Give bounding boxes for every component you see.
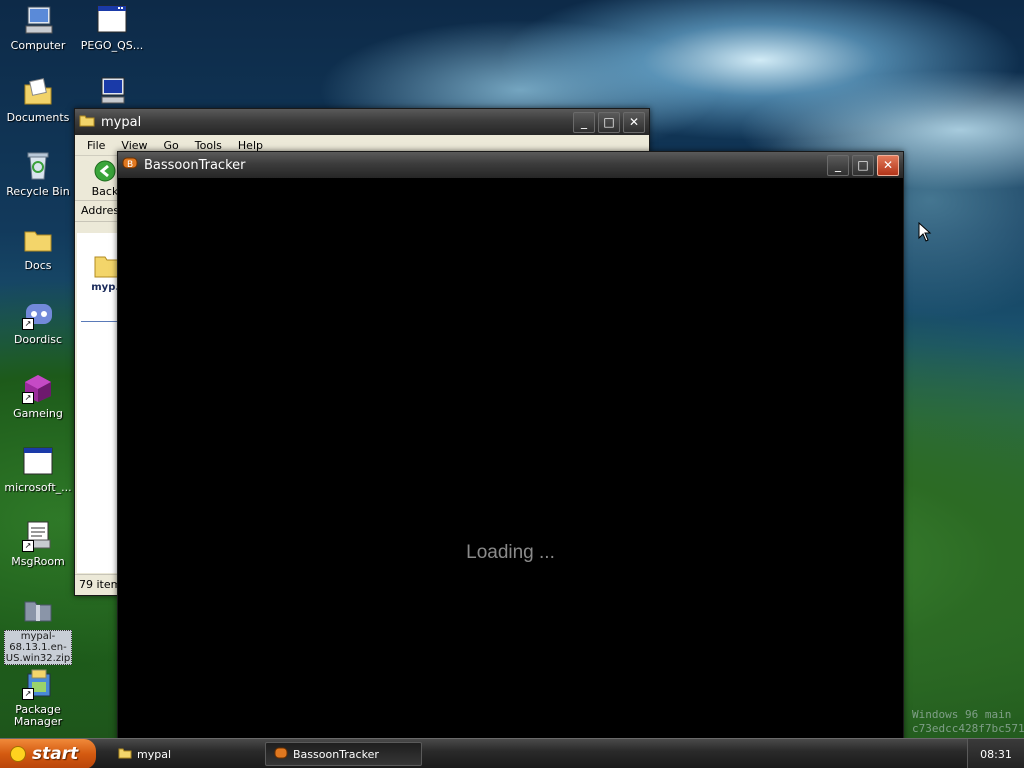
desktop-icon-msgroom[interactable]: ↗ MsgRoom	[2, 520, 74, 568]
shortcut-arrow-icon: ↗	[22, 540, 34, 552]
desktop-icon-label: Documents	[6, 111, 70, 124]
menu-view[interactable]: View	[113, 139, 155, 152]
bassoon-app-icon	[274, 747, 288, 762]
shortcut-arrow-icon: ↗	[22, 688, 34, 700]
maximize-icon: □	[857, 158, 869, 172]
folder-icon	[22, 224, 54, 256]
taskbar-item-label: BassoonTracker	[293, 747, 379, 761]
msgroom-icon: ↗	[22, 520, 54, 552]
close-icon: ✕	[628, 115, 640, 129]
desktop-icon-label: PEGO_QS...	[80, 39, 144, 52]
svg-text:B: B	[127, 160, 133, 170]
desktop-icon-label: mypal-68.13.1.en-US.win32.zip	[4, 630, 72, 665]
computer-icon	[22, 4, 54, 36]
bassoon-app-icon: B	[122, 156, 138, 174]
watermark-line: c73edcc428f7bc571	[912, 722, 1024, 735]
minimize-button[interactable]: _	[573, 111, 595, 133]
maximize-button[interactable]: □	[598, 111, 620, 133]
taskbar-item-label: mypal	[137, 747, 172, 761]
desktop-icon-label: Package Manager	[13, 703, 63, 728]
bassoontracker-titlebar[interactable]: B BassoonTracker _ □ ✕	[118, 152, 903, 178]
desktop-icon-label: microsoft_...	[4, 481, 72, 494]
desktop-icon-pego[interactable]: PEGO_QS...	[76, 4, 148, 52]
desktop: Computer PEGO_QS... Documents Recycle Bi…	[0, 0, 1024, 768]
menu-help[interactable]: Help	[230, 139, 271, 152]
menu-file[interactable]: File	[79, 139, 113, 152]
start-orb-icon	[10, 746, 26, 762]
start-label: start	[32, 744, 79, 764]
window-title: mypal	[101, 114, 142, 130]
window-icon	[96, 4, 128, 36]
desktop-icon-recycle-bin[interactable]: Recycle Bin	[2, 150, 74, 198]
desktop-icon-mypal-zip[interactable]: mypal-68.13.1.en-US.win32.zip	[2, 594, 74, 665]
maximize-button[interactable]: □	[852, 154, 874, 176]
desktop-icon-label: Gameing	[13, 407, 63, 420]
desktop-icon-terminal[interactable]	[76, 76, 148, 112]
desktop-icon-documents[interactable]: Documents	[2, 76, 74, 124]
close-button[interactable]: ✕	[623, 111, 645, 133]
menu-tools[interactable]: Tools	[187, 139, 230, 152]
menu-go[interactable]: Go	[156, 139, 187, 152]
version-watermark: Windows 96 main c73edcc428f7bc571	[912, 708, 1024, 736]
minimize-icon: _	[835, 158, 841, 172]
desktop-icon-label: Doordisc	[13, 333, 63, 346]
system-tray: 08:31	[967, 739, 1024, 768]
package-manager-icon: ↗	[22, 668, 54, 700]
desktop-icon-microsoft[interactable]: microsoft_...	[2, 446, 74, 494]
documents-folder-icon	[22, 76, 54, 108]
discord-icon: ↗	[22, 298, 54, 330]
desktop-icon-label: Computer	[10, 39, 66, 52]
desktop-icon-doordisc[interactable]: ↗ Doordisc	[2, 298, 74, 346]
minimize-button[interactable]: _	[827, 154, 849, 176]
folder-icon	[79, 113, 95, 131]
taskbar-item-mypal[interactable]: mypal	[110, 742, 262, 766]
computer-icon	[96, 76, 128, 108]
minimize-icon: _	[581, 115, 587, 129]
desktop-icon-label: MsgRoom	[11, 555, 65, 568]
taskbar: start mypal BassoonTracker 08:31	[0, 738, 1024, 768]
close-button[interactable]: ✕	[877, 154, 899, 176]
desktop-icon-gameing[interactable]: ↗ Gameing	[2, 372, 74, 420]
zip-icon	[22, 594, 54, 626]
desktop-icon-package-manager[interactable]: ↗ Package Manager	[2, 668, 74, 728]
shortcut-arrow-icon: ↗	[22, 318, 34, 330]
bassoontracker-window[interactable]: B BassoonTracker _ □ ✕ Loading ...	[117, 151, 904, 753]
cube-icon: ↗	[22, 372, 54, 404]
desktop-icon-label: Docs	[24, 259, 52, 272]
desktop-icon-docs[interactable]: Docs	[2, 224, 74, 272]
window-title: BassoonTracker	[144, 157, 246, 173]
mypal-titlebar[interactable]: mypal _ □ ✕	[75, 109, 649, 135]
desktop-icon-computer[interactable]: Computer	[2, 4, 74, 52]
taskbar-item-bassoontracker[interactable]: BassoonTracker	[265, 742, 422, 766]
app-content[interactable]: Loading ...	[118, 180, 903, 752]
mouse-cursor-icon	[918, 221, 932, 245]
folder-icon	[118, 747, 132, 762]
clock[interactable]: 08:31	[980, 748, 1012, 761]
loading-text: Loading ...	[466, 542, 555, 563]
close-icon: ✕	[882, 158, 894, 172]
maximize-icon: □	[603, 115, 615, 129]
recycle-bin-icon	[22, 150, 54, 182]
desktop-icon-label: Recycle Bin	[6, 185, 70, 198]
watermark-line: Windows 96 main	[912, 708, 1012, 721]
window-icon	[22, 446, 54, 478]
start-button[interactable]: start	[0, 739, 96, 768]
shortcut-arrow-icon: ↗	[22, 392, 34, 404]
